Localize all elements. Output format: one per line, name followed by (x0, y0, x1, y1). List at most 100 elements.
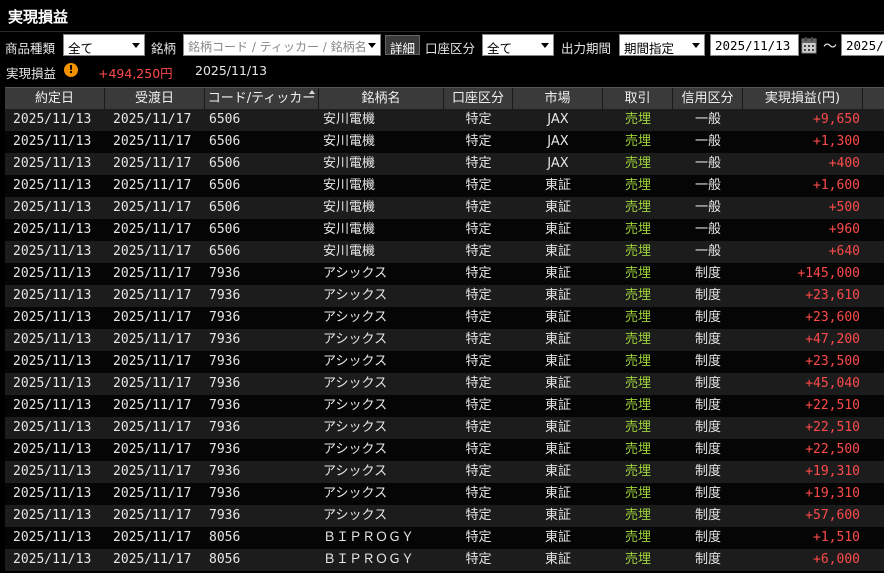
table-row[interactable]: 2025/11/13 2025/11/17 7936 アシックス 特定 東証 売埋 制度 +14… (5, 263, 884, 285)
credit-cell: 一般 (694, 134, 721, 149)
table-row[interactable]: 2025/11/13 2025/11/17 7936 アシックス 特定 東証 売埋 制度 +19… (5, 483, 884, 505)
market-cell: 東証 (544, 200, 571, 215)
table-row[interactable]: 2025/11/13 2025/11/17 7936 アシックス 特定 東証 売埋 制度 +23… (5, 351, 884, 373)
account-select[interactable]: 全て (482, 34, 554, 56)
detail-button[interactable]: 詳細 (385, 35, 421, 56)
column-header-code-label: コード/ティッカー (207, 91, 316, 106)
settle-date-cell: 2025/11/17 (113, 310, 192, 325)
trade-cell: 売埋 (624, 134, 651, 149)
table-row[interactable]: 2025/11/13 2025/11/17 7936 アシックス 特定 東証 売埋 制度 +23… (5, 307, 884, 329)
column-header-name[interactable]: 銘柄名 (319, 88, 444, 109)
table-header: 約定日 受渡日 コード/ティッカー 銘柄名 口座区分 市場 取引 信用区分 実現… (5, 87, 884, 109)
table-row[interactable]: 2025/11/13 2025/11/17 7936 アシックス 特定 東証 売埋 制度 +57… (5, 505, 884, 527)
credit-cell: 一般 (694, 244, 721, 259)
table-row[interactable]: 2025/11/13 2025/11/17 7936 アシックス 特定 東証 売埋 制度 +45… (5, 373, 884, 395)
trade-cell: 売埋 (624, 486, 651, 501)
account-cell: 特定 (465, 222, 492, 237)
column-header-trade-date[interactable]: 約定日 (5, 88, 105, 109)
table-row[interactable]: 2025/11/13 2025/11/17 6506 安川電機 特定 JAX 売埋 一般 +1,… (5, 131, 884, 153)
table-row[interactable]: 2025/11/13 2025/11/17 8056 ＢＩＰＲＯＧＹ 特定 東証 売埋 制度 +… (5, 527, 884, 549)
name-cell: アシックス (323, 354, 388, 369)
trade-date-cell: 2025/11/13 (13, 178, 92, 193)
name-cell: 安川電機 (323, 156, 376, 171)
symbol-input[interactable]: 銘柄コード / ティッカー / 銘柄名 (183, 34, 381, 56)
credit-cell: 制度 (694, 552, 721, 567)
credit-cell: 制度 (694, 420, 721, 435)
settle-date-cell: 2025/11/17 (113, 464, 192, 479)
market-cell: 東証 (544, 442, 571, 457)
account-cell: 特定 (465, 156, 492, 171)
settle-date-cell: 2025/11/17 (113, 222, 192, 237)
trade-cell: 売埋 (624, 354, 651, 369)
pnl-cell: +57,600 (805, 508, 860, 523)
column-header-pnl[interactable]: 実現損益(円) (743, 88, 863, 109)
table-row[interactable]: 2025/11/13 2025/11/17 6506 安川電機 特定 JAX 売埋 一般 +40… (5, 153, 884, 175)
column-header-settle-date[interactable]: 受渡日 (105, 88, 205, 109)
table-row[interactable]: 2025/11/13 2025/11/17 6506 安川電機 特定 東証 売埋 一般 +500 (5, 197, 884, 219)
name-cell: 安川電機 (323, 244, 376, 259)
chevron-down-icon (541, 43, 549, 48)
market-cell: 東証 (544, 552, 571, 567)
code-cell: 6506 (209, 156, 241, 171)
calendar-icon[interactable] (801, 36, 817, 54)
date-from-input[interactable]: 2025/11/13 (710, 34, 799, 56)
trade-date-cell: 2025/11/13 (13, 420, 92, 435)
market-cell: 東証 (544, 420, 571, 435)
trade-cell: 売埋 (624, 552, 651, 567)
trade-cell: 売埋 (624, 266, 651, 281)
trade-cell: 売埋 (624, 508, 651, 523)
product-type-select[interactable]: 全て (63, 34, 145, 56)
period-select[interactable]: 期間指定 (619, 34, 705, 56)
product-type-value: 全て (68, 41, 94, 56)
settle-date-cell: 2025/11/17 (113, 552, 192, 567)
column-header-account[interactable]: 口座区分 (444, 88, 513, 109)
pnl-cell: +19,310 (805, 486, 860, 501)
market-cell: JAX (547, 156, 569, 171)
table-row[interactable]: 2025/11/13 2025/11/17 6506 安川電機 特定 東証 売埋 一般 +960 (5, 219, 884, 241)
column-header-code[interactable]: コード/ティッカー (205, 88, 319, 109)
account-cell: 特定 (465, 398, 492, 413)
trade-date-cell: 2025/11/13 (13, 398, 92, 413)
realized-pnl-table: 約定日 受渡日 コード/ティッカー 銘柄名 口座区分 市場 取引 信用区分 実現… (5, 87, 884, 571)
market-cell: 東証 (544, 398, 571, 413)
table-row[interactable]: 2025/11/13 2025/11/17 6506 安川電機 特定 東証 売埋 一般 +1,6… (5, 175, 884, 197)
column-header-market[interactable]: 市場 (513, 88, 603, 109)
code-cell: 7936 (209, 288, 241, 303)
settle-date-cell: 2025/11/17 (113, 376, 192, 391)
column-header-credit[interactable]: 信用区分 (673, 88, 743, 109)
account-cell: 特定 (465, 552, 492, 567)
table-row[interactable]: 2025/11/13 2025/11/17 8056 ＢＩＰＲＯＧＹ 特定 東証 売埋 制度 +… (5, 549, 884, 571)
table-row[interactable]: 2025/11/13 2025/11/17 7936 アシックス 特定 東証 売埋 制度 +47… (5, 329, 884, 351)
table-row[interactable]: 2025/11/13 2025/11/17 7936 アシックス 特定 東証 売埋 制度 +22… (5, 417, 884, 439)
table-row[interactable]: 2025/11/13 2025/11/17 7936 アシックス 特定 東証 売埋 制度 +19… (5, 461, 884, 483)
credit-cell: 制度 (694, 486, 721, 501)
account-label: 口座区分 (425, 41, 476, 56)
credit-cell: 一般 (694, 222, 721, 237)
code-cell: 7936 (209, 442, 241, 457)
credit-cell: 制度 (694, 508, 721, 523)
date-to-input[interactable]: 2025/11/13 (841, 34, 884, 56)
account-cell: 特定 (465, 442, 492, 457)
code-cell: 8056 (209, 552, 241, 567)
table-row[interactable]: 2025/11/13 2025/11/17 6506 安川電機 特定 東証 売埋 一般 +640 (5, 241, 884, 263)
table-row[interactable]: 2025/11/13 2025/11/17 6506 安川電機 特定 JAX 売埋 一般 +9,… (5, 109, 884, 131)
trade-date-cell: 2025/11/13 (13, 486, 92, 501)
account-cell: 特定 (465, 332, 492, 347)
table-row[interactable]: 2025/11/13 2025/11/17 7936 アシックス 特定 東証 売埋 制度 +22… (5, 439, 884, 461)
column-header-trade[interactable]: 取引 (603, 88, 673, 109)
sort-ascending-icon (309, 90, 315, 94)
trade-date-cell: 2025/11/13 (13, 442, 92, 457)
account-cell: 特定 (465, 200, 492, 215)
credit-cell: 一般 (694, 178, 721, 193)
pnl-cell: +1,510 (813, 530, 860, 545)
trade-date-cell: 2025/11/13 (13, 288, 92, 303)
exclamation-circle-icon[interactable]: ! (64, 63, 78, 77)
code-cell: 7936 (209, 508, 241, 523)
account-cell: 特定 (465, 464, 492, 479)
table-row[interactable]: 2025/11/13 2025/11/17 7936 アシックス 特定 東証 売埋 制度 +22… (5, 395, 884, 417)
table-row[interactable]: 2025/11/13 2025/11/17 7936 アシックス 特定 東証 売埋 制度 +23… (5, 285, 884, 307)
market-cell: JAX (547, 134, 569, 149)
filter-bar: 商品種類 全て 銘柄 銘柄コード / ティッカー / 銘柄名 詳細 口座区分 全… (0, 33, 884, 59)
credit-cell: 制度 (694, 310, 721, 325)
code-cell: 7936 (209, 420, 241, 435)
